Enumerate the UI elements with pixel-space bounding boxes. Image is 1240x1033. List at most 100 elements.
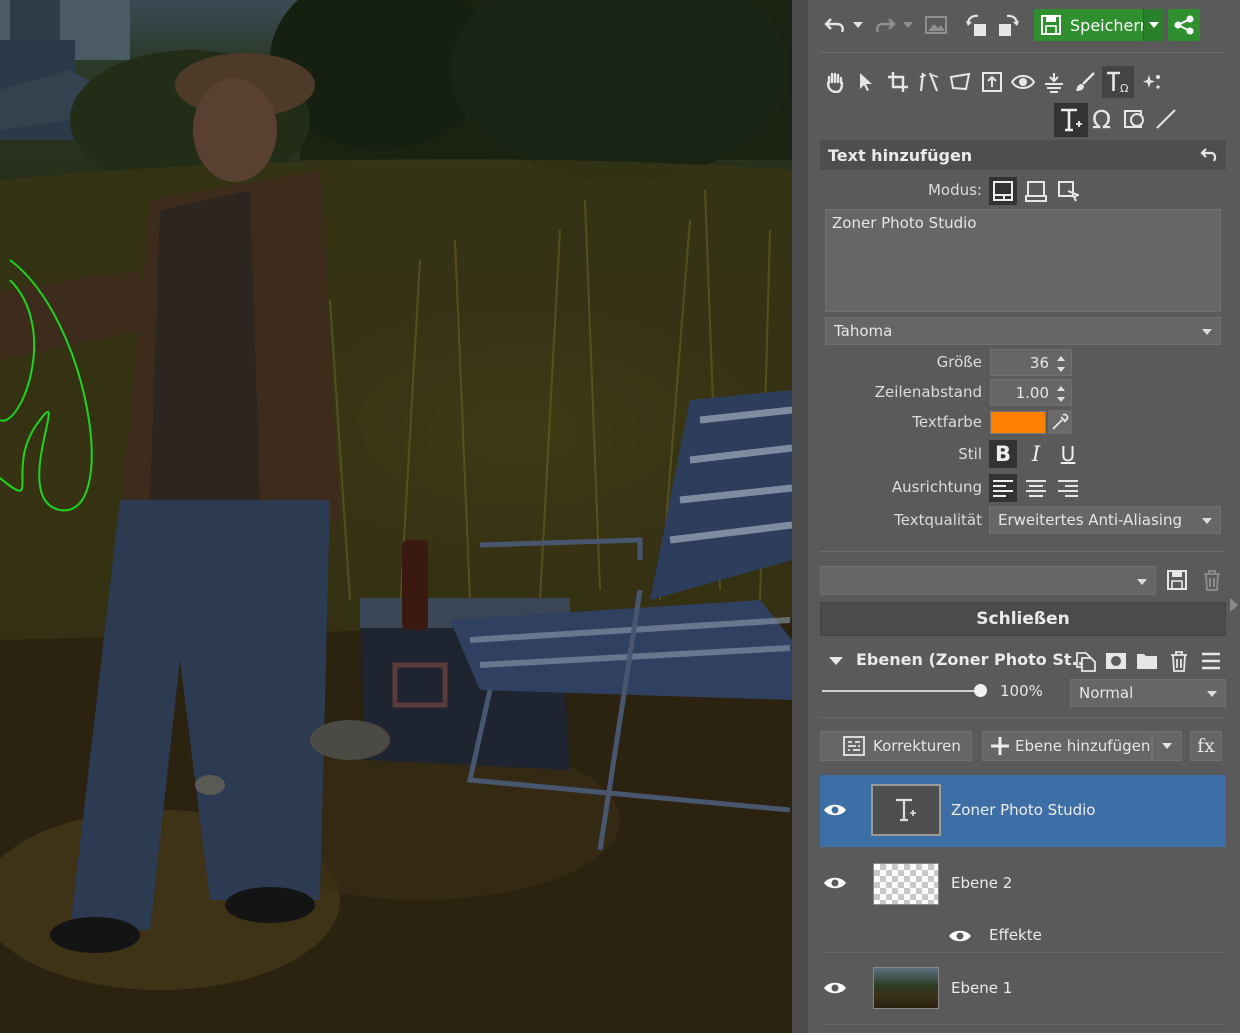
crop-icon: [888, 72, 908, 92]
layer-thumbnail-photo: [873, 967, 939, 1009]
layers-menu-button[interactable]: [1198, 648, 1224, 674]
color-picker-button[interactable]: [1048, 410, 1072, 434]
pointer-tool[interactable]: [853, 68, 879, 96]
align-center-button[interactable]: [1022, 474, 1050, 502]
bold-button[interactable]: B: [989, 440, 1017, 468]
group-layer-button[interactable]: [1134, 648, 1160, 674]
effects-eye-icon[interactable]: [948, 928, 972, 944]
delete-preset-button[interactable]: [1198, 566, 1226, 594]
symbol-tool[interactable]: Ω: [1089, 104, 1119, 134]
image-canvas[interactable]: [0, 0, 792, 1033]
layer-divider: [820, 1024, 1226, 1025]
text-color-label: Textfarbe: [912, 413, 982, 431]
perspective-tool[interactable]: [946, 68, 974, 96]
size-label: Größe: [936, 353, 982, 371]
text-quality-select[interactable]: Erweitertes Anti-Aliasing: [989, 506, 1221, 534]
visibility-eye-icon[interactable]: [823, 802, 847, 818]
text-color-swatch[interactable]: [990, 411, 1046, 434]
duplicate-icon: [1076, 652, 1096, 672]
redo-icon: [876, 18, 896, 33]
align-left-icon: [993, 480, 1013, 497]
save-label: Speichern: [1070, 15, 1150, 35]
undo-dropdown[interactable]: [851, 16, 865, 34]
underline-button[interactable]: U: [1054, 440, 1082, 468]
effects-button[interactable]: fx: [1190, 731, 1222, 761]
eyedropper-icon: [1052, 413, 1069, 430]
shape-icon: [1124, 110, 1144, 128]
text-panel-header: Text hinzufügen: [820, 140, 1226, 170]
rotate-left-button[interactable]: [962, 10, 992, 40]
visibility-eye-icon[interactable]: [823, 875, 847, 891]
pointer-icon: [860, 73, 872, 91]
align-center-icon: [1026, 480, 1046, 497]
save-button[interactable]: Speichern: [1034, 9, 1164, 41]
italic-button[interactable]: I: [1022, 440, 1050, 468]
share-button[interactable]: [1168, 9, 1200, 41]
layer-divider: [820, 952, 1226, 953]
effects-label: Effekte: [989, 926, 1042, 944]
save-icon: [1041, 15, 1061, 35]
straighten-tool[interactable]: [915, 68, 943, 96]
image-button[interactable]: [921, 10, 951, 40]
text-quality-label: Textqualität: [894, 511, 982, 529]
reset-icon[interactable]: [1200, 146, 1218, 164]
mask-layer-button[interactable]: [1103, 648, 1129, 674]
hand-tool[interactable]: [821, 68, 849, 96]
share-icon: [1174, 15, 1194, 35]
text-symbol-tool[interactable]: Ω: [1102, 66, 1134, 98]
corrections-button[interactable]: Korrekturen: [820, 731, 972, 761]
sparkle-tool[interactable]: [1138, 68, 1166, 96]
delete-layer-button[interactable]: [1166, 648, 1192, 674]
add-layer-label: Ebene hinzufügen: [1015, 737, 1151, 755]
mode-label: Modus:: [927, 181, 982, 199]
image-icon: [925, 16, 947, 34]
undo-button[interactable]: [820, 10, 850, 40]
save-preset-button[interactable]: [1163, 566, 1191, 594]
opacity-slider-track[interactable]: [822, 690, 980, 692]
text-tool[interactable]: [1054, 103, 1088, 137]
brush-tool[interactable]: [1071, 68, 1099, 96]
font-select[interactable]: Tahoma: [825, 317, 1221, 345]
level-tool[interactable]: [1040, 68, 1068, 96]
text-input[interactable]: Zoner Photo Studio: [825, 209, 1221, 312]
collapse-arrow-icon[interactable]: [1228, 596, 1240, 614]
upload-tool[interactable]: [978, 68, 1006, 96]
spinner-icon[interactable]: [1057, 384, 1067, 404]
mode-frame-icon: [993, 181, 1013, 201]
close-button[interactable]: Schließen: [820, 602, 1226, 636]
opacity-slider-handle[interactable]: [973, 684, 987, 697]
text-input-value: Zoner Photo Studio: [832, 214, 977, 232]
rotate-right-button[interactable]: [993, 10, 1023, 40]
mode-1-button[interactable]: [989, 177, 1017, 205]
visibility-eye-icon[interactable]: [823, 980, 847, 996]
collapse-triangle-icon[interactable]: [829, 656, 843, 666]
svg-text:Ω: Ω: [1120, 82, 1128, 94]
save-icon: [1167, 570, 1187, 590]
rotate-right-icon: [999, 14, 1019, 36]
redo-button[interactable]: [870, 10, 900, 40]
line-tool[interactable]: [1151, 104, 1181, 134]
add-layer-dropdown[interactable]: [1152, 731, 1182, 761]
chevron-down-icon: [1207, 691, 1217, 697]
corrections-icon: [843, 736, 865, 756]
redo-dropdown[interactable]: [901, 16, 915, 34]
align-left-button[interactable]: [989, 474, 1017, 502]
crop-tool[interactable]: [884, 68, 912, 96]
blend-mode-select[interactable]: Normal: [1070, 679, 1226, 707]
add-layer-button[interactable]: Ebene hinzufügen: [982, 731, 1152, 761]
align-right-button[interactable]: [1054, 474, 1082, 502]
toolbar-divider: [820, 52, 1226, 53]
mode-2-button[interactable]: [1022, 177, 1050, 205]
spinner-icon[interactable]: [1057, 354, 1067, 374]
line-spacing-stepper[interactable]: 1.00: [990, 379, 1072, 406]
mode-3-button[interactable]: [1054, 177, 1082, 205]
save-dropdown[interactable]: [1143, 9, 1164, 41]
preset-select[interactable]: [820, 566, 1156, 595]
eye-tool[interactable]: [1009, 68, 1037, 96]
text-quality-value: Erweitertes Anti-Aliasing: [998, 511, 1182, 529]
size-stepper[interactable]: 36: [990, 349, 1072, 376]
mask-icon: [1106, 653, 1126, 669]
shape-tool[interactable]: [1120, 104, 1150, 134]
perspective-icon: [949, 72, 971, 91]
duplicate-layer-button[interactable]: [1072, 648, 1098, 674]
